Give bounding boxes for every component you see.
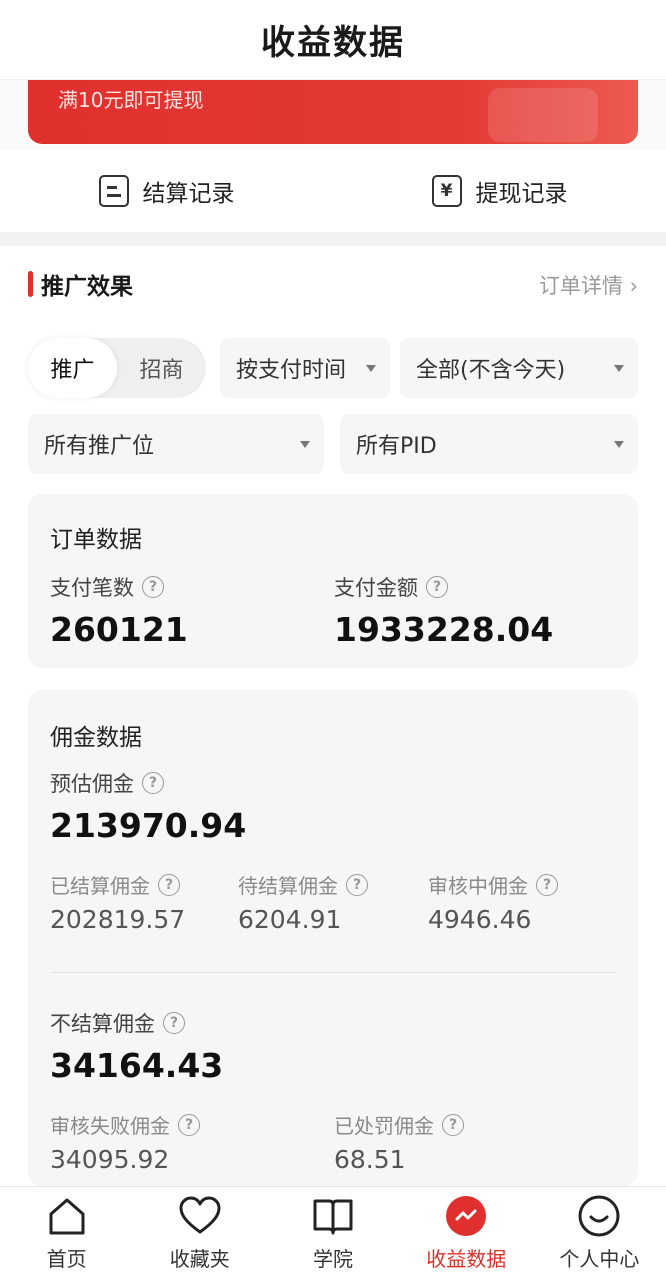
withdraw-record-label: 提现记录 [475,181,568,207]
help-icon[interactable]: ? [158,873,180,896]
banner-text: 满10元即可提现 [58,88,204,112]
earnings-page: 收益数据 满10元即可提现 结算记录 ¥ 提现记录 推广效果 订单详情 › 推广… [0,0,666,1280]
failed-commission-value: 34095.92 [50,1145,170,1174]
unsettled-commission-label: 不结算佣金 [50,1012,155,1036]
promo-section-header: 推广效果 订单详情 › [28,266,638,302]
commission-data-title: 佣金数据 [50,725,142,751]
tab-earnings[interactable]: 收益数据 [400,1187,533,1280]
position-value: 所有推广位 [44,434,155,459]
help-icon[interactable]: ? [163,1012,185,1034]
pid-dropdown[interactable]: 所有PID [340,414,638,474]
tab-label: 首页 [46,1247,87,1271]
home-icon [44,1193,90,1239]
reviewing-commission-value: 4946.46 [428,905,532,934]
date-range-dropdown[interactable]: 全部(不含今天) [400,338,638,398]
pending-commission-value: 6204.91 [238,905,342,934]
section-gap [0,232,666,246]
penalty-commission-label: 已处罚佣金 [334,1114,434,1138]
reviewing-commission-label: 审核中佣金 [428,874,528,898]
commission-data-card: 佣金数据 预估佣金 ? 213970.94 已结算佣金 ? 202819.57 … [28,690,638,1186]
page-title: 收益数据 [261,23,405,63]
document-icon [98,175,129,207]
order-detail-link[interactable]: 订单详情 › [539,270,638,300]
help-icon[interactable]: ? [346,873,368,896]
pending-commission-metric: 待结算佣金 ? 6204.91 [238,870,368,934]
pending-commission-label: 待结算佣金 [238,874,338,898]
segment-merchant[interactable]: 招商 [117,338,206,398]
records-bar: 结算记录 ¥ 提现记录 [0,150,666,232]
banner-decoration [488,88,598,142]
commission-divider [50,972,616,973]
pay-count-label: 支付笔数 [50,576,134,600]
date-range-value: 全部(不含今天) [416,358,566,383]
order-data-title: 订单数据 [50,527,142,553]
section-accent [28,271,33,297]
unsettled-commission-metric: 不结算佣金 ? 34164.43 [50,1008,223,1085]
help-icon[interactable]: ? [178,1113,200,1136]
earnings-icon [443,1193,489,1239]
caret-down-icon [614,364,624,372]
penalty-commission-metric: 已处罚佣金 ? 68.51 [334,1110,464,1174]
nav-header: 收益数据 [0,0,666,80]
estimated-commission-value: 213970.94 [50,806,247,845]
time-basis-value: 按支付时间 [236,358,347,383]
tab-home[interactable]: 首页 [0,1187,133,1280]
pay-amount-value: 1933228.04 [334,610,554,649]
help-icon[interactable]: ? [442,1113,464,1136]
failed-commission-metric: 审核失败佣金 ? 34095.92 [50,1110,200,1174]
penalty-commission-value: 68.51 [334,1145,406,1174]
settled-commission-label: 已结算佣金 [50,874,150,898]
segment-promote[interactable]: 推广 [28,338,117,398]
tab-label: 学院 [313,1247,353,1271]
pay-amount-metric: 支付金额 ? 1933228.04 [334,572,553,649]
help-icon[interactable]: ? [426,576,448,598]
tab-label: 收藏夹 [169,1247,230,1271]
profile-icon [576,1193,622,1239]
caret-down-icon [614,440,624,448]
settlement-record-button[interactable]: 结算记录 [0,150,333,232]
withdraw-record-button[interactable]: ¥ 提现记录 [333,150,666,232]
estimated-commission-label: 预估佣金 [50,772,134,796]
tab-label: 收益数据 [426,1247,507,1271]
help-icon[interactable]: ? [142,772,164,794]
section-title: 推广效果 [41,274,133,300]
position-dropdown[interactable]: 所有推广位 [28,414,324,474]
pid-value: 所有PID [356,434,437,459]
caret-down-icon [300,440,310,448]
help-icon[interactable]: ? [536,873,558,896]
settled-commission-value: 202819.57 [50,905,186,934]
pay-amount-label: 支付金额 [334,576,418,600]
time-basis-dropdown[interactable]: 按支付时间 [220,338,390,398]
failed-commission-label: 审核失败佣金 [50,1114,170,1138]
estimated-commission-metric: 预估佣金 ? 213970.94 [50,768,246,845]
promo-type-segment: 推广 招商 [28,338,206,398]
caret-down-icon [366,364,376,372]
order-data-card: 订单数据 支付笔数 ? 260121 支付金额 ? 1933228.04 [28,494,638,668]
bottom-tab-bar: 首页 收藏夹 学院 收益数据 个人中心 [0,1186,666,1280]
pay-count-value: 260121 [50,610,188,649]
book-icon [310,1193,356,1239]
help-icon[interactable]: ? [142,576,164,598]
tab-profile[interactable]: 个人中心 [533,1187,666,1280]
settlement-record-label: 结算记录 [142,181,235,207]
tab-favorites[interactable]: 收藏夹 [133,1187,266,1280]
reviewing-commission-metric: 审核中佣金 ? 4946.46 [428,870,558,934]
unsettled-commission-value: 34164.43 [50,1046,224,1085]
clipboard-yen-icon: ¥ [431,175,462,207]
withdraw-banner[interactable]: 满10元即可提现 [28,80,638,144]
tab-label: 个人中心 [559,1247,640,1271]
heart-icon [177,1193,223,1239]
settled-commission-metric: 已结算佣金 ? 202819.57 [50,870,185,934]
pay-count-metric: 支付笔数 ? 260121 [50,572,188,649]
tab-academy[interactable]: 学院 [266,1187,399,1280]
promo-panel: 推广效果 订单详情 › 推广 招商 按支付时间 全部(不含今天) 所有推广位 所… [0,246,666,1186]
